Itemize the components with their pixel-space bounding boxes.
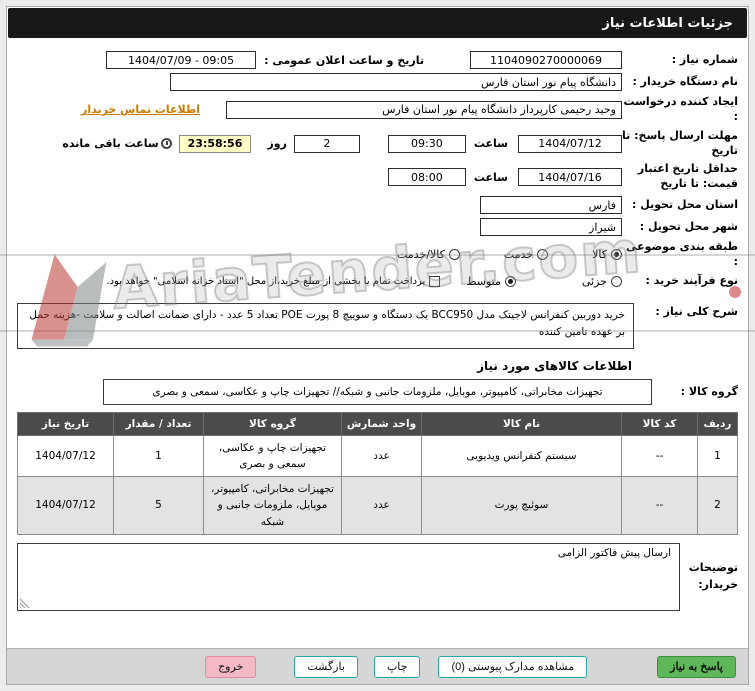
row-creator: ایجاد کننده درخواست : وحید رحیمی کارپردا… <box>17 95 738 125</box>
col-item-group: گروه کالا <box>203 411 342 436</box>
col-need-date: تاریخ نیاز <box>17 411 114 436</box>
row-price-validity: حداقل تاریخ اعتبار قیمت: تا تاریخ 1404/0… <box>17 162 738 192</box>
col-unit: واحد شمارش <box>341 411 422 436</box>
titlebar: جزئیات اطلاعات نیاز <box>8 8 747 38</box>
description-textarea[interactable]: خرید دوربین کنفرانس لاجیتک مدل BCC950 یک… <box>17 302 634 349</box>
province-label: استان محل تحویل : <box>632 197 738 211</box>
city-field[interactable]: شیراز <box>480 218 622 237</box>
price-validity-date-field[interactable]: 1404/07/16 <box>518 168 622 187</box>
row-process-type: نوع فرآیند خرید : جزئی متوسط پرداخت تمام… <box>17 274 738 289</box>
buyer-notes-section: توضیحات خریدار: ارسال پیش فاکتور الزامی <box>17 542 738 611</box>
description-section: شرح کلی نیاز : خرید دوربین کنفرانس لاجیت… <box>17 302 738 349</box>
back-button[interactable]: بازگشت <box>294 655 358 678</box>
form-content: شماره نیاز : 1104090270000069 تاریخ و سا… <box>7 39 748 648</box>
description-label: شرح کلی نیاز : <box>655 304 738 318</box>
table-row: 1 -- سیستم کنفرانس ویدیویی عدد تجهیزات چ… <box>17 434 738 478</box>
table-row: 2 -- سوئیچ پورت عدد تجهیزات مخابراتی، کا… <box>17 476 738 535</box>
tender-details-page: جزئیات اطلاعات نیاز شماره نیاز : 1104090… <box>0 0 755 691</box>
col-quantity: تعداد / مقدار <box>113 411 204 436</box>
city-label: شهر محل تحویل : <box>639 219 738 233</box>
col-item-code: کد کالا <box>621 411 698 436</box>
price-validity-label: حداقل تاریخ اعتبار قیمت: تا تاریخ <box>637 162 738 191</box>
radio-goods[interactable]: کالا <box>592 248 622 261</box>
radio-service[interactable]: خدمت <box>504 248 549 261</box>
announce-label: تاریخ و ساعت اعلان عمومی : <box>264 53 424 67</box>
deadline-time-field[interactable]: 09:30 <box>387 134 466 153</box>
goods-group-label: گروه کالا : <box>680 385 738 399</box>
buyer-contact-link[interactable]: اطلاعات تماس خریدار <box>81 103 200 116</box>
price-validity-hour-label: ساعت <box>473 170 508 184</box>
remaining-time-badge: 23:58:56 <box>178 134 252 153</box>
row-classification: طبقه بندی موضوعی : کالا خدمت کالا/خدمت <box>17 240 738 270</box>
remaining-time-label: ساعت باقی مانده <box>62 137 159 151</box>
province-field[interactable]: فارس <box>480 196 622 215</box>
radio-goods-service-icon <box>448 249 460 261</box>
buyer-org-label: نام دستگاه خریدار : <box>632 74 738 88</box>
goods-section-title: اطلاعات کالاهای مورد نیاز <box>477 358 632 373</box>
row-deadline: مهلت ارسال پاسخ: تا تاریخ 1404/07/12 ساع… <box>17 129 738 159</box>
exit-button[interactable]: خروج <box>205 655 257 678</box>
buyer-notes-label: توضیحات خریدار: <box>688 561 738 591</box>
price-validity-time-field[interactable]: 08:00 <box>387 168 466 187</box>
process-type-label: نوع فرآیند خرید : <box>645 273 738 287</box>
radio-goods-icon <box>611 249 622 261</box>
remaining-days-field[interactable]: 2 <box>293 134 360 153</box>
radio-service-icon <box>537 249 549 261</box>
textarea-resize-handle[interactable] <box>20 597 30 608</box>
radio-minor[interactable]: جزئی <box>582 275 622 288</box>
announce-datetime-field[interactable]: 1404/07/09 - 09:05 <box>106 51 257 69</box>
treasury-checkbox-icon <box>429 275 441 287</box>
col-row-number: ردیف <box>697 411 738 436</box>
print-button[interactable]: چاپ <box>373 655 421 678</box>
col-item-name: نام کالا <box>421 411 622 436</box>
radio-minor-icon <box>611 275 622 287</box>
radio-goods-service[interactable]: کالا/خدمت <box>397 248 460 261</box>
need-number-field[interactable]: 1104090270000069 <box>470 51 622 69</box>
row-need-number: شماره نیاز : 1104090270000069 تاریخ و سا… <box>17 51 738 69</box>
classification-label: طبقه بندی موضوعی : <box>625 240 738 268</box>
treasury-checkbox-option[interactable]: پرداخت تمام یا بخشی از مبلغ خرید،از محل … <box>106 275 441 287</box>
footer-toolbar: پاسخ به نیاز مشاهده مدارک پیوستی (0) چاپ… <box>7 648 748 684</box>
row-province: استان محل تحویل : فارس <box>17 196 738 215</box>
goods-group-field[interactable]: تجهیزات مخابراتی، کامپیوتر، موبایل، ملزو… <box>103 378 652 405</box>
creator-label: ایجاد کننده درخواست : <box>623 95 738 123</box>
buyer-notes-textarea[interactable]: ارسال پیش فاکتور الزامی <box>17 542 680 611</box>
row-buyer-org: نام دستگاه خریدار : دانشگاه پیام نور است… <box>17 73 738 91</box>
radio-medium[interactable]: متوسط <box>466 275 516 288</box>
buyer-org-field[interactable]: دانشگاه پیام نور استان فارس <box>170 73 622 91</box>
view-attachments-button[interactable]: مشاهده مدارک پیوستی (0) <box>438 655 588 678</box>
page-title: جزئیات اطلاعات نیاز <box>602 15 733 31</box>
window-frame: جزئیات اطلاعات نیاز شماره نیاز : 1104090… <box>6 6 749 685</box>
clock-icon <box>160 138 172 150</box>
row-city: شهر محل تحویل : شیراز <box>17 218 738 237</box>
need-number-label: شماره نیاز : <box>671 52 738 66</box>
deadline-label: مهلت ارسال پاسخ: تا تاریخ <box>622 128 738 157</box>
deadline-date-field[interactable]: 1404/07/12 <box>518 134 622 153</box>
respond-button[interactable]: پاسخ به نیاز <box>657 655 736 678</box>
treasury-note: پرداخت تمام یا بخشی از مبلغ خرید،از محل … <box>106 275 426 287</box>
deadline-hour-label: ساعت <box>473 137 508 151</box>
goods-table: ردیف کد کالا نام کالا واحد شمارش گروه کا… <box>17 411 738 535</box>
row-goods-group: گروه کالا : تجهیزات مخابراتی، کامپیوتر، … <box>17 378 738 405</box>
days-unit-label: روز <box>267 137 287 151</box>
radio-medium-icon <box>504 275 516 287</box>
goods-table-header-row: ردیف کد کالا نام کالا واحد شمارش گروه کا… <box>17 411 738 436</box>
creator-field[interactable]: وحید رحیمی کارپرداز دانشگاه پیام نور است… <box>226 100 622 119</box>
